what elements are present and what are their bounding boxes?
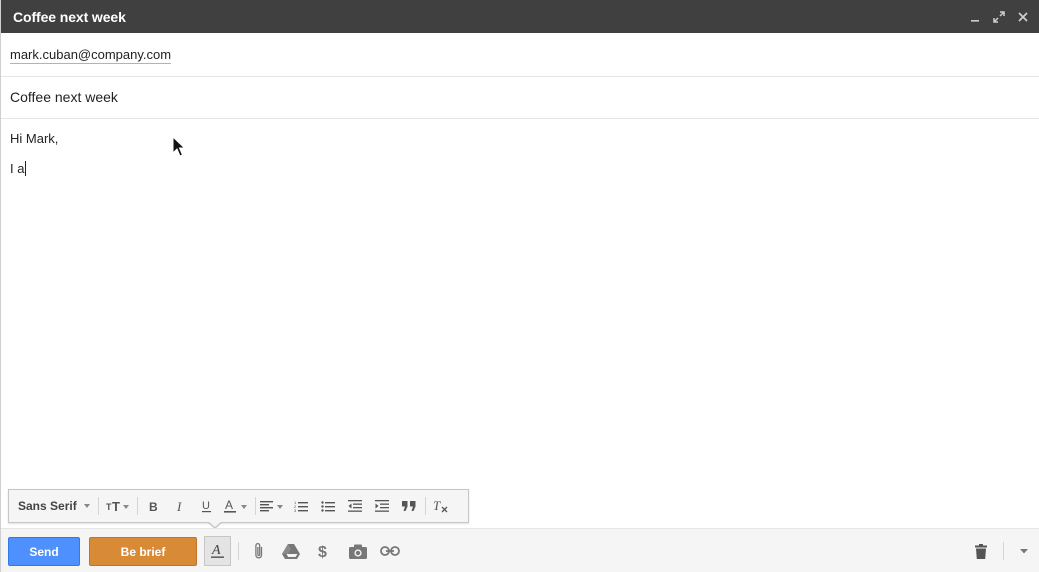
be-brief-button[interactable]: Be brief	[89, 537, 197, 566]
formatting-toggle-icon[interactable]: A	[204, 536, 231, 566]
photo-icon[interactable]	[346, 539, 370, 563]
svg-text:U: U	[202, 500, 210, 512]
divider	[136, 497, 138, 515]
font-family-label: Sans Serif	[18, 499, 77, 513]
divider	[254, 497, 256, 515]
body-line-current: I a	[10, 160, 1029, 178]
quote-icon[interactable]	[396, 493, 423, 519]
subject-field[interactable]: Coffee next week	[1, 77, 1039, 119]
indent-less-icon[interactable]	[342, 493, 369, 519]
text-color-icon[interactable]: A	[221, 493, 253, 519]
compose-title: Coffee next week	[13, 8, 126, 25]
money-icon[interactable]: $	[312, 539, 336, 563]
bold-icon[interactable]: B	[140, 493, 167, 519]
mouse-cursor-icon	[172, 136, 186, 157]
minimize-icon[interactable]	[963, 5, 987, 29]
body-line-text: I a	[10, 161, 25, 176]
divider	[238, 542, 239, 560]
svg-text:A: A	[211, 543, 221, 558]
svg-text:T: T	[433, 499, 441, 513]
svg-text:I: I	[176, 500, 182, 512]
bulleted-list-icon[interactable]	[315, 493, 342, 519]
remove-formatting-icon[interactable]: T	[428, 493, 455, 519]
body-line-greeting: Hi Mark,	[10, 131, 59, 146]
italic-icon[interactable]: I	[167, 493, 194, 519]
svg-text:A: A	[225, 499, 233, 512]
svg-text:B: B	[149, 500, 158, 512]
divider	[1003, 542, 1004, 560]
to-field[interactable]: mark.cuban@company.com	[1, 34, 1039, 77]
compose-bottom-bar: Send Be brief A $	[1, 528, 1039, 572]
svg-text:$: $	[318, 544, 327, 560]
more-options-icon[interactable]	[1012, 539, 1036, 563]
message-body[interactable]: Hi Mark, I a	[10, 130, 1029, 178]
send-button[interactable]: Send	[8, 537, 80, 566]
chevron-down-icon	[83, 504, 90, 508]
attach-icon[interactable]	[247, 539, 271, 563]
subject-input[interactable]: Coffee next week	[10, 89, 118, 105]
compose-window: Coffee next week mark.cuban@company.com …	[0, 0, 1039, 572]
divider	[424, 497, 426, 515]
drive-icon[interactable]	[279, 539, 303, 563]
font-family-select[interactable]: Sans Serif	[9, 493, 96, 519]
recipient-chip[interactable]: mark.cuban@company.com	[10, 47, 172, 64]
numbered-list-icon[interactable]: 123	[288, 493, 315, 519]
divider	[97, 497, 99, 515]
toolbar-pointer-fill	[208, 521, 222, 527]
compose-titlebar[interactable]: Coffee next week	[1, 0, 1039, 33]
close-icon[interactable]	[1011, 5, 1035, 29]
underline-icon[interactable]: U	[194, 493, 221, 519]
formatting-toolbar: Sans Serif TT B I U A 123 T	[8, 489, 469, 523]
svg-text:T: T	[112, 499, 120, 513]
text-caret	[25, 161, 27, 176]
window-controls	[963, 0, 1035, 33]
indent-more-icon[interactable]	[369, 493, 396, 519]
align-icon[interactable]	[258, 493, 288, 519]
svg-text:3: 3	[294, 508, 297, 512]
text-size-icon[interactable]: TT	[101, 493, 135, 519]
trash-icon[interactable]	[969, 539, 993, 563]
link-icon[interactable]	[378, 539, 402, 563]
pop-out-icon[interactable]	[987, 5, 1011, 29]
